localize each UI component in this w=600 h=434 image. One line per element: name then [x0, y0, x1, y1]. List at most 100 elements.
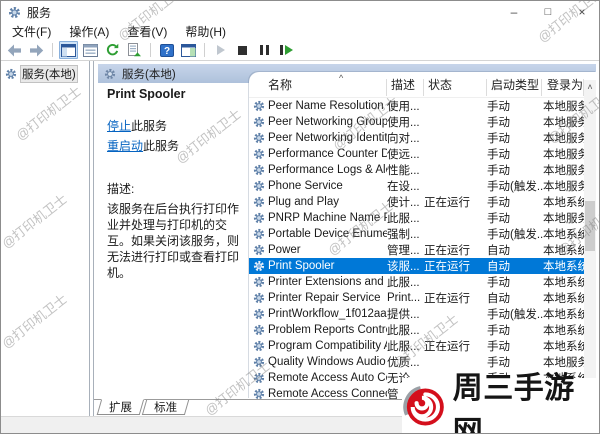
service-name-cell: Portable Device Enumera... [268, 228, 387, 240]
selected-service-name: Print Spooler [107, 87, 250, 101]
export-list-button[interactable] [125, 41, 144, 59]
menu-item-3[interactable]: 帮助(H) [176, 22, 235, 41]
tab-label: 扩展 [109, 399, 132, 415]
properties-button[interactable] [81, 41, 100, 59]
service-list-panel: ^ 名称 描述 状态 启动类型 登录为 Peer Name Resolution… [249, 72, 596, 399]
restart-service-link[interactable]: 重启动 [107, 139, 143, 153]
service-row[interactable]: Power 管理... 正在运行 自动 本地系统 [249, 242, 584, 258]
service-name-cell: Quality Windows Audio V... [268, 356, 387, 368]
start-service-button[interactable] [211, 41, 230, 59]
show-action-pane-button[interactable] [179, 41, 198, 59]
service-gear-icon [253, 292, 268, 304]
tab-extended[interactable]: 扩展 [97, 399, 145, 415]
refresh-button[interactable] [103, 41, 122, 59]
service-gear-icon [253, 196, 268, 208]
service-startup-cell: 自动 [487, 258, 543, 274]
service-gear-icon [253, 164, 268, 176]
action-pane-icon [181, 44, 196, 57]
service-name-cell: Plug and Play [268, 196, 387, 208]
show-console-tree-button[interactable] [59, 41, 78, 59]
tree-item-services-local[interactable]: 服务(本地) [5, 65, 87, 83]
service-row[interactable]: Printer Extensions and N... 此服... 手动 本地系… [249, 274, 584, 290]
menu-item-1[interactable]: 操作(A) [60, 22, 118, 41]
column-separator[interactable] [486, 79, 487, 96]
column-header-desc[interactable]: 描述 [391, 76, 415, 93]
service-startup-cell: 自动 [487, 242, 543, 258]
export-list-icon [127, 43, 142, 57]
column-header-status[interactable]: 状态 [428, 76, 452, 93]
column-separator[interactable] [423, 79, 424, 96]
service-logon-cell: 本地服务 [543, 178, 584, 194]
service-logon-cell: 本地服务 [543, 130, 584, 146]
menu-item-2[interactable]: 查看(V) [118, 22, 176, 41]
service-gear-icon [253, 356, 268, 368]
gear-icon [104, 68, 116, 80]
forward-button[interactable] [27, 41, 46, 59]
service-row[interactable]: PNRP Machine Name Pu... 此服... 手动 本地服务 [249, 210, 584, 226]
service-logon-cell: 本地系统 [543, 242, 584, 258]
svg-text:?: ? [163, 46, 169, 57]
service-gear-icon [253, 180, 268, 192]
service-logon-cell: 本地系统 [543, 274, 584, 290]
pause-service-button[interactable] [255, 41, 274, 59]
service-row[interactable]: PrintWorkflow_1f012aa9 提供... 手动(触发... 本地… [249, 306, 584, 322]
service-startup-cell: 手动(触发... [487, 178, 543, 194]
service-row[interactable]: Print Spooler 该服... 正在运行 自动 本地系统 [249, 258, 584, 274]
tab-label: 标准 [154, 399, 177, 415]
back-button[interactable] [5, 41, 24, 59]
sort-indicator-icon: ^ [339, 73, 343, 83]
column-separator[interactable] [541, 79, 542, 96]
menu-item-0[interactable]: 文件(F) [3, 22, 60, 41]
service-gear-icon [253, 132, 268, 144]
service-gear-icon [253, 100, 268, 112]
service-row[interactable]: Problem Reports Control... 此服... 手动 本地系统 [249, 322, 584, 338]
service-row[interactable]: Peer Networking Groupi... 使用... 手动 本地服务 [249, 114, 584, 130]
column-separator[interactable] [386, 79, 387, 96]
close-button[interactable]: × [565, 1, 599, 23]
service-row[interactable]: Performance Counter DL... 使远... 手动 本地服务 [249, 146, 584, 162]
service-row[interactable]: Plug and Play 使计... 正在运行 手动 本地系统 [249, 194, 584, 210]
service-gear-icon [253, 372, 268, 384]
service-name-cell: Performance Counter DL... [268, 148, 387, 160]
service-row[interactable]: Peer Networking Identity... 向对... 手动 本地服… [249, 130, 584, 146]
service-desc-cell: 向对... [387, 130, 424, 146]
vertical-scrollbar[interactable]: ˄ [584, 80, 596, 399]
service-name-cell: Power [268, 244, 387, 256]
service-name-cell: Printer Repair Service [268, 292, 387, 304]
service-startup-cell: 手动(触发... [487, 226, 543, 242]
service-desc-cell: 该服... [387, 258, 424, 274]
service-row[interactable]: Program Compatibility A... 此服... 正在运行 手动… [249, 338, 584, 354]
service-gear-icon [253, 276, 268, 288]
pane-header-title: 服务(本地) [122, 66, 176, 82]
scroll-up-icon[interactable]: ˄ [584, 82, 596, 96]
service-desc-cell: 强制... [387, 226, 424, 242]
service-name-cell: Peer Networking Groupi... [268, 116, 387, 128]
maximize-button[interactable]: □ [531, 1, 565, 23]
scrollbar-thumb[interactable] [585, 201, 595, 251]
help-button[interactable]: ? [157, 41, 176, 59]
service-logon-cell: 本地服务 [543, 114, 584, 130]
stop-service-button[interactable] [233, 41, 252, 59]
service-gear-icon [253, 260, 268, 272]
services-window: 服务 – □ × 文件(F)操作(A)查看(V)帮助(H) [0, 0, 600, 434]
stop-service-line: 停止此服务 [107, 117, 250, 134]
column-header-name[interactable]: 名称 [268, 76, 292, 93]
service-startup-cell: 手动 [487, 114, 543, 130]
service-gear-icon [253, 212, 268, 224]
column-header-logon[interactable]: 登录为 [547, 76, 583, 93]
gear-icon [5, 68, 17, 80]
service-row[interactable]: Phone Service 在设... 手动(触发... 本地服务 [249, 178, 584, 194]
service-row[interactable]: Portable Device Enumera... 强制... 手动(触发..… [249, 226, 584, 242]
stop-service-link[interactable]: 停止 [107, 119, 131, 133]
service-row[interactable]: Peer Name Resolution Pr... 使用... 手动 本地服务 [249, 98, 584, 114]
service-row[interactable]: Performance Logs & Aler... 性能... 手动 本地服务 [249, 162, 584, 178]
tree-item-label: 服务(本地) [20, 65, 78, 83]
column-header-startup[interactable]: 启动类型 [491, 76, 539, 93]
minimize-button[interactable]: – [497, 1, 531, 23]
service-logon-cell: 本地服务 [543, 162, 584, 178]
service-desc-cell: 在设... [387, 178, 424, 194]
tab-standard[interactable]: 标准 [142, 400, 189, 415]
service-name-cell: Remote Access Auto Con... [268, 372, 387, 384]
service-row[interactable]: Printer Repair Service Print... 正在运行 自动 … [249, 290, 584, 306]
restart-service-button[interactable] [277, 41, 296, 59]
